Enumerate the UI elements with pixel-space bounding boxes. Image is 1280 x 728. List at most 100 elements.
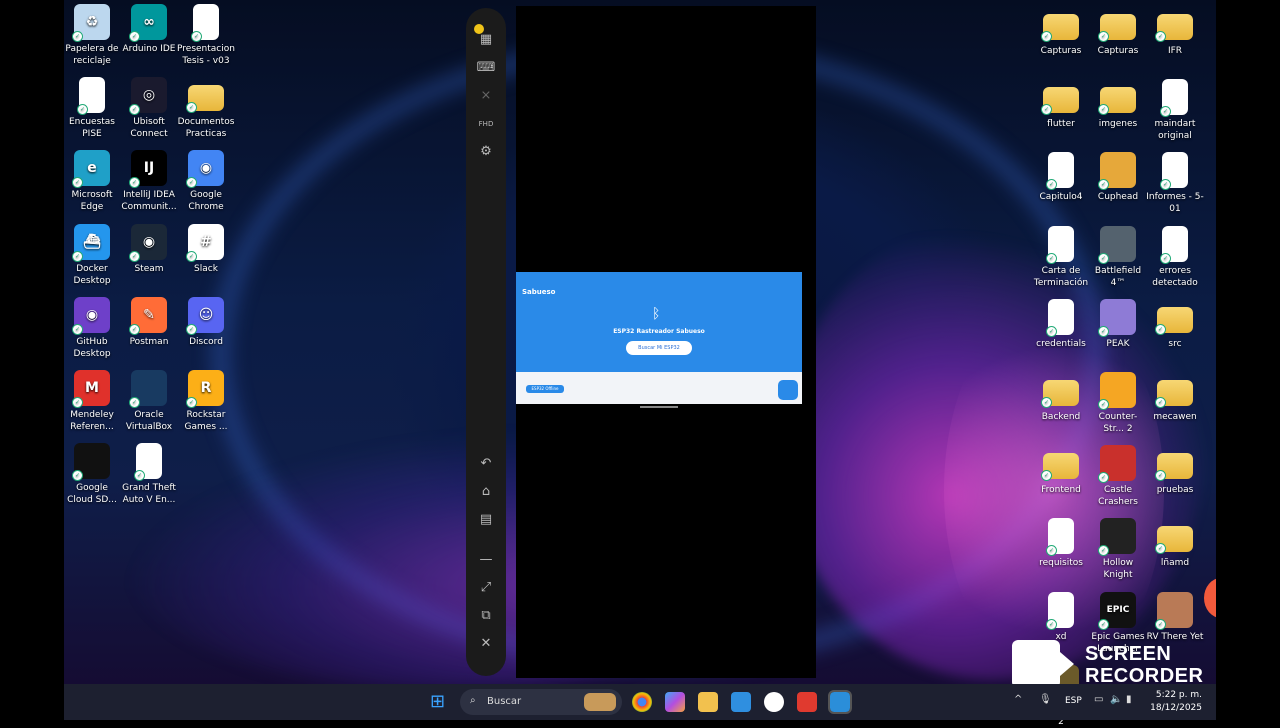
desktop-icon[interactable]: ✓ Documentos Practicas bbox=[177, 77, 235, 140]
desktop-icon[interactable]: ✓ Google Cloud SD... bbox=[63, 443, 121, 506]
desktop-icon[interactable]: ✓ Capitulo4 bbox=[1032, 152, 1090, 203]
search-esp32-button[interactable]: Buscar Mi ESP32 bbox=[626, 341, 692, 355]
minimize-icon[interactable]: — bbox=[474, 548, 498, 572]
taskbar-search[interactable]: ⌕ Buscar bbox=[460, 689, 622, 715]
chrome-icon[interactable] bbox=[632, 692, 652, 712]
folder-icon: ✓ bbox=[186, 85, 224, 114]
sync-check-icon: ✓ bbox=[1155, 31, 1166, 42]
desktop-icon[interactable]: ✓ Cuphead bbox=[1089, 152, 1147, 203]
desktop-icon[interactable]: ◉ ✓ GitHub Desktop bbox=[63, 296, 121, 360]
desktop-icon[interactable]: ◉ ✓ Google Chrome bbox=[177, 150, 235, 213]
desktop-icon[interactable]: IJ ✓ IntelliJ IDEA Communit... bbox=[120, 150, 178, 213]
ubisoft-icon: ◎ ✓ bbox=[129, 77, 167, 116]
desktop-icon[interactable]: ✓ Battlefield 4™ bbox=[1089, 225, 1147, 289]
desktop-icon[interactable]: ✓ Grand Theft Auto V En... bbox=[120, 443, 178, 506]
desktop-icon[interactable]: ✎ ✓ Postman bbox=[120, 296, 178, 348]
clock[interactable]: 5:22 p. m. 18/12/2025 bbox=[1150, 689, 1202, 715]
desktop-icon[interactable]: ✓ Castle Crashers bbox=[1089, 445, 1147, 508]
sync-check-icon: ✓ bbox=[1098, 472, 1109, 484]
desktop-icon[interactable]: ✓ errores detectado bbox=[1146, 225, 1204, 289]
desktop-icon[interactable]: ✓ Counter-Str... 2 bbox=[1089, 372, 1147, 435]
desktop-icon[interactable]: ✓ Carta de Terminación bbox=[1032, 225, 1090, 289]
close-icon[interactable]: ✕ bbox=[474, 632, 498, 656]
start-icon[interactable]: ⊞ bbox=[430, 692, 450, 712]
desktop-icon-label: Capturas bbox=[1097, 46, 1139, 56]
desktop-icon[interactable]: ✓ src bbox=[1146, 299, 1204, 350]
desktop-icon[interactable]: ✓ Oracle VirtualBox bbox=[120, 370, 178, 433]
network-icon[interactable]: ▭ bbox=[1094, 694, 1103, 705]
desktop-icon[interactable]: ✓ mecawen bbox=[1146, 372, 1204, 423]
desktop-icon-label: Cuphead bbox=[1097, 192, 1139, 203]
fps-icon[interactable]: FHD bbox=[474, 112, 498, 136]
file-explorer-icon[interactable] bbox=[698, 692, 718, 712]
volume-icon[interactable]: 🔈 bbox=[1110, 694, 1122, 705]
desktop-icon[interactable]: ⛴ ✓ Docker Desktop bbox=[63, 223, 121, 287]
home-icon[interactable]: ⌂ bbox=[474, 480, 498, 504]
copilot-icon[interactable] bbox=[665, 692, 685, 712]
folder-icon: ✓ bbox=[1041, 87, 1079, 116]
sync-check-icon: ✓ bbox=[1155, 323, 1166, 335]
emulator-icon[interactable] bbox=[828, 690, 852, 714]
word-doc-icon: ✓ bbox=[1046, 225, 1074, 264]
desktop-icon-label: Slack bbox=[194, 263, 218, 274]
desktop-icon[interactable]: ✓ imgenes bbox=[1089, 79, 1147, 130]
desktop-icon[interactable]: ✓ RV There Yet bbox=[1146, 591, 1204, 643]
app-title: Sabueso bbox=[522, 288, 556, 296]
desktop-icon[interactable]: ✓ Informes - 5-01 bbox=[1146, 152, 1204, 215]
desktop-icon[interactable]: ✓ Hollow Knight bbox=[1089, 518, 1147, 581]
desktop-icon[interactable]: ☺ ✓ Discord bbox=[177, 296, 235, 348]
desktop-icon[interactable]: ✓ lñamd bbox=[1146, 518, 1204, 569]
copy-icon[interactable]: ⧉ bbox=[474, 604, 498, 628]
desktop-icon[interactable]: ◉ ✓ Steam bbox=[120, 223, 178, 275]
battery-icon[interactable]: ▮ bbox=[1126, 694, 1132, 705]
desktop-icon[interactable]: ✓ pruebas bbox=[1146, 445, 1204, 496]
desktop-icon[interactable]: e ✓ Microsoft Edge bbox=[63, 150, 121, 213]
desktop-icon[interactable]: ✓ flutter bbox=[1032, 79, 1090, 130]
desktop-icon[interactable]: ✓ Presentacion Tesis - v03 bbox=[177, 4, 235, 67]
desktop-icon[interactable]: ♻ ✓ Papelera de reciclaje bbox=[63, 4, 121, 67]
slack-icon: # ✓ bbox=[186, 223, 224, 262]
volume-mute-icon[interactable]: ⨯ bbox=[474, 84, 498, 108]
text-file-icon: ✓ bbox=[1160, 225, 1188, 264]
desktop-icon[interactable]: ✓ requisitos bbox=[1032, 518, 1090, 569]
desktop-icon-label: imgenes bbox=[1098, 119, 1138, 130]
language-indicator[interactable]: ESP bbox=[1065, 696, 1082, 706]
blank-file-icon: ✓ bbox=[134, 443, 162, 482]
gear-icon[interactable]: ⚙ bbox=[474, 140, 498, 164]
screen-recorder-icon[interactable] bbox=[797, 692, 817, 712]
desktop-icon[interactable]: M ✓ Mendeley Referen... bbox=[63, 370, 121, 433]
desktop-icon-label: Capturas bbox=[1040, 46, 1082, 56]
desktop-icon[interactable]: ✓ maindart original bbox=[1146, 79, 1204, 142]
desktop-icon-label: lñamd bbox=[1160, 558, 1190, 569]
github-desktop-icon[interactable] bbox=[764, 692, 784, 712]
desktop-icon[interactable]: ✓ credentials bbox=[1032, 298, 1090, 350]
desktop-icon[interactable]: ✓ Capturas bbox=[1089, 6, 1147, 57]
sabueso-app: Sabueso ᛒ ESP32 Rastreador Sabueso Busca… bbox=[516, 272, 802, 404]
sync-check-icon: ✓ bbox=[134, 470, 145, 482]
desktop-icon[interactable]: ✓ Backend bbox=[1032, 372, 1090, 423]
desktop-icon[interactable]: ✓ IFR bbox=[1146, 6, 1204, 57]
desktop-icon[interactable]: ✓ Encuestas PISE bbox=[63, 77, 121, 140]
chevron-up-icon[interactable]: ^ bbox=[1014, 694, 1022, 705]
desktop-icon-label: mecawen bbox=[1153, 412, 1197, 422]
microphone-icon[interactable]: 🎙 bbox=[1039, 694, 1052, 705]
recent-apps-icon[interactable]: ▤ bbox=[474, 508, 498, 532]
back-icon[interactable]: ↶ bbox=[474, 452, 498, 476]
desktop-icon[interactable]: # ✓ Slack bbox=[177, 223, 235, 275]
desktop-icon[interactable]: R ✓ Rockstar Games ... bbox=[177, 370, 235, 433]
sync-check-icon: ✓ bbox=[191, 31, 202, 42]
desktop-icon[interactable]: ✓ Frontend bbox=[1032, 445, 1090, 496]
vscode-icon[interactable] bbox=[731, 692, 751, 712]
fullscreen-icon[interactable]: ⤢ bbox=[474, 576, 498, 600]
desktop-icon[interactable]: ∞ ✓ Arduino IDE bbox=[120, 4, 178, 55]
sync-check-icon: ✓ bbox=[1041, 104, 1052, 116]
desktop-icon[interactable]: ✓ Capturas bbox=[1032, 6, 1090, 57]
desktop-icon[interactable]: ◎ ✓ Ubisoft Connect bbox=[120, 77, 178, 140]
desktop-icon[interactable]: ✓ PEAK bbox=[1089, 298, 1147, 350]
keyboard-icon[interactable]: ⌨ bbox=[474, 56, 498, 80]
arduino-icon: ∞ ✓ bbox=[129, 4, 167, 42]
search-highlight-icon bbox=[584, 693, 616, 711]
desktop-icon[interactable]: ✓ xd bbox=[1032, 591, 1090, 643]
battlefield-icon: ✓ bbox=[1098, 225, 1136, 264]
fab-button[interactable] bbox=[778, 380, 798, 400]
